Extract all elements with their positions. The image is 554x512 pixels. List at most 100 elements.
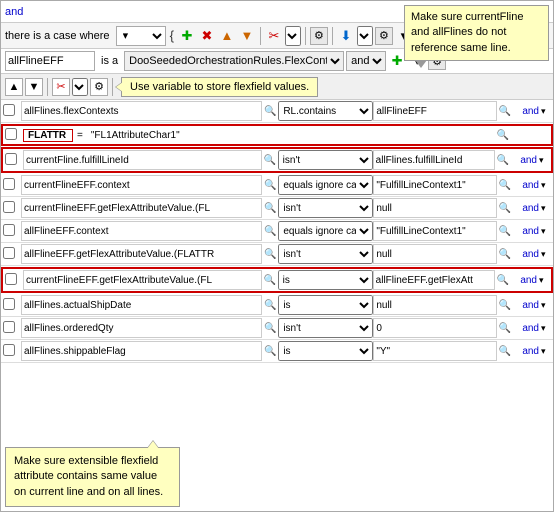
search-icon-6[interactable]: 🔍 xyxy=(262,223,278,239)
search-icon-9[interactable]: 🔍 xyxy=(262,297,278,313)
and-link-8[interactable]: and xyxy=(511,275,539,286)
checkbox-cell-8 xyxy=(5,273,23,288)
row-cut-dd[interactable]: ▾ xyxy=(72,78,88,96)
and-select[interactable]: and xyxy=(346,51,386,71)
delete-button[interactable]: ✖ xyxy=(198,27,216,45)
condition-row-3: currentFline.fulfillLineId 🔍 isn't allFl… xyxy=(1,147,553,173)
operator-select-11[interactable]: is xyxy=(278,341,373,361)
actions-row: ▲ ▼ ✂ ▾ ⚙ Use variable to store flexfiel… xyxy=(1,74,553,100)
field-cell-5[interactable]: currentFlineEFF.getFlexAttributeValue.(F… xyxy=(21,198,262,218)
field-cell-9[interactable]: allFlines.actualShipDate xyxy=(21,295,262,315)
and-link-9[interactable]: and xyxy=(513,300,541,311)
flattr-label: FLATTR xyxy=(23,129,73,142)
search-icon-val-5[interactable]: 🔍 xyxy=(497,200,513,216)
search-icon-1[interactable]: 🔍 xyxy=(262,103,278,119)
row-checkbox-7[interactable] xyxy=(3,247,15,259)
operator-select-6[interactable]: equals ignore case xyxy=(278,221,373,241)
and-link-7[interactable]: and xyxy=(513,249,541,260)
search-icon-11[interactable]: 🔍 xyxy=(262,343,278,359)
search-icon-4[interactable]: 🔍 xyxy=(262,177,278,193)
actions-tooltip-balloon: Use variable to store flexfield values. xyxy=(121,77,318,97)
and-link-10[interactable]: and xyxy=(513,323,541,334)
field-cell-1[interactable]: allFlines.flexContexts xyxy=(21,101,262,121)
context-select[interactable]: DooSeededOrchestrationRules.FlexContext xyxy=(124,51,344,71)
field-cell-7[interactable]: allFlineEFF.getFlexAttributeValue.(FLATT… xyxy=(21,244,262,264)
gear-button[interactable]: ⚙ xyxy=(310,27,328,45)
row-checkbox-1[interactable] xyxy=(3,104,15,116)
row-cut-btn[interactable]: ✂ xyxy=(52,78,70,96)
paste-dropdown[interactable]: ▾ xyxy=(357,26,373,46)
operator-select-10[interactable]: isn't xyxy=(278,318,373,338)
and-link-3[interactable]: and xyxy=(511,155,539,166)
row-checkbox-4[interactable] xyxy=(3,178,15,190)
and-link-4[interactable]: and xyxy=(513,180,541,191)
checkbox-cell-1 xyxy=(3,104,21,119)
checkbox-cell-6 xyxy=(3,224,21,239)
search-icon-7[interactable]: 🔍 xyxy=(262,246,278,262)
operator-select-1[interactable]: RL.contains xyxy=(278,101,373,121)
field-cell-6[interactable]: allFlineEFF.context xyxy=(21,221,262,241)
and-link-11[interactable]: and xyxy=(513,346,541,357)
operator-select-7[interactable]: isn't xyxy=(278,244,373,264)
search-icon-val-3[interactable]: 🔍 xyxy=(495,152,511,168)
up-button[interactable]: ▲ xyxy=(218,27,236,45)
and-link-6[interactable]: and xyxy=(513,226,541,237)
row-checkbox-fl[interactable] xyxy=(5,128,17,140)
checkbox-cell-3 xyxy=(5,153,23,168)
row-checkbox-9[interactable] xyxy=(3,298,15,310)
field-cell-4[interactable]: currentFlineEFF.context xyxy=(21,175,262,195)
search-icon-val-6[interactable]: 🔍 xyxy=(497,223,513,239)
separator3 xyxy=(332,27,333,45)
cut-button[interactable]: ✂ xyxy=(265,27,283,45)
down-button[interactable]: ▼ xyxy=(238,27,256,45)
search-icon-val-7[interactable]: 🔍 xyxy=(497,246,513,262)
gear-button2[interactable]: ⚙ xyxy=(375,27,393,45)
field-cell-3[interactable]: currentFline.fulfillLineId xyxy=(23,150,262,170)
row-up-btn[interactable]: ▲ xyxy=(5,78,23,96)
operator-select-3[interactable]: isn't xyxy=(278,150,373,170)
operator-select-9[interactable]: is xyxy=(278,295,373,315)
value-cell-4: "FulfillLineContext1" xyxy=(373,175,497,195)
search-icon-val-4[interactable]: 🔍 xyxy=(497,177,513,193)
and-link-5[interactable]: and xyxy=(513,203,541,214)
row-gear-btn[interactable]: ⚙ xyxy=(90,78,108,96)
row-checkbox-10[interactable] xyxy=(3,321,15,333)
chevron-7: ▾ xyxy=(541,249,551,260)
search-icon-5[interactable]: 🔍 xyxy=(262,200,278,216)
paste-button[interactable]: ⬇ xyxy=(337,27,355,45)
row-checkbox-6[interactable] xyxy=(3,224,15,236)
search-icon-fl[interactable]: 🔍 xyxy=(495,127,511,143)
row-checkbox-3[interactable] xyxy=(5,153,17,165)
operator-select-8[interactable]: is xyxy=(278,270,373,290)
row-down-btn[interactable]: ▼ xyxy=(25,78,43,96)
field-cell-11[interactable]: allFlines.shippableFlag xyxy=(21,341,262,361)
chevron-9: ▾ xyxy=(541,300,551,311)
value-cell-6: "FulfillLineContext1" xyxy=(373,221,497,241)
add-button[interactable]: ✚ xyxy=(178,27,196,45)
condition-dropdown[interactable]: ▾ xyxy=(116,26,166,46)
allFlineEFF-field[interactable] xyxy=(5,51,95,71)
search-icon-val-11[interactable]: 🔍 xyxy=(497,343,513,359)
field-cell-8[interactable]: currentFlineEFF.getFlexAttributeValue.(F… xyxy=(23,270,262,290)
search-icon-val-1[interactable]: 🔍 xyxy=(497,103,513,119)
chevron-8: ▾ xyxy=(539,275,549,286)
condition-row-7: allFlineEFF.getFlexAttributeValue.(FLATT… xyxy=(1,243,553,266)
search-icon-val-8[interactable]: 🔍 xyxy=(495,272,511,288)
search-icon-8[interactable]: 🔍 xyxy=(262,272,278,288)
cut-dropdown[interactable]: ▾ xyxy=(285,26,301,46)
chevron-11: ▾ xyxy=(541,346,551,357)
and-link-1[interactable]: and xyxy=(513,106,541,117)
search-icon-10[interactable]: 🔍 xyxy=(262,320,278,336)
search-icon-3[interactable]: 🔍 xyxy=(262,152,278,168)
operator-select-4[interactable]: equals ignore case xyxy=(278,175,373,195)
row-checkbox-8[interactable] xyxy=(5,273,17,285)
search-icon-val-9[interactable]: 🔍 xyxy=(497,297,513,313)
value-cell-8[interactable]: allFlineEFF.getFlexAtt xyxy=(373,270,495,290)
operator-select-5[interactable]: isn't xyxy=(278,198,373,218)
search-icon-val-10[interactable]: 🔍 xyxy=(497,320,513,336)
field-cell-10[interactable]: allFlines.orderedQty xyxy=(21,318,262,338)
value-cell-1[interactable]: allFlineEFF xyxy=(373,101,497,121)
value-cell-3[interactable]: allFlines.fulfillLineId xyxy=(373,150,495,170)
row-checkbox-11[interactable] xyxy=(3,344,15,356)
row-checkbox-5[interactable] xyxy=(3,201,15,213)
